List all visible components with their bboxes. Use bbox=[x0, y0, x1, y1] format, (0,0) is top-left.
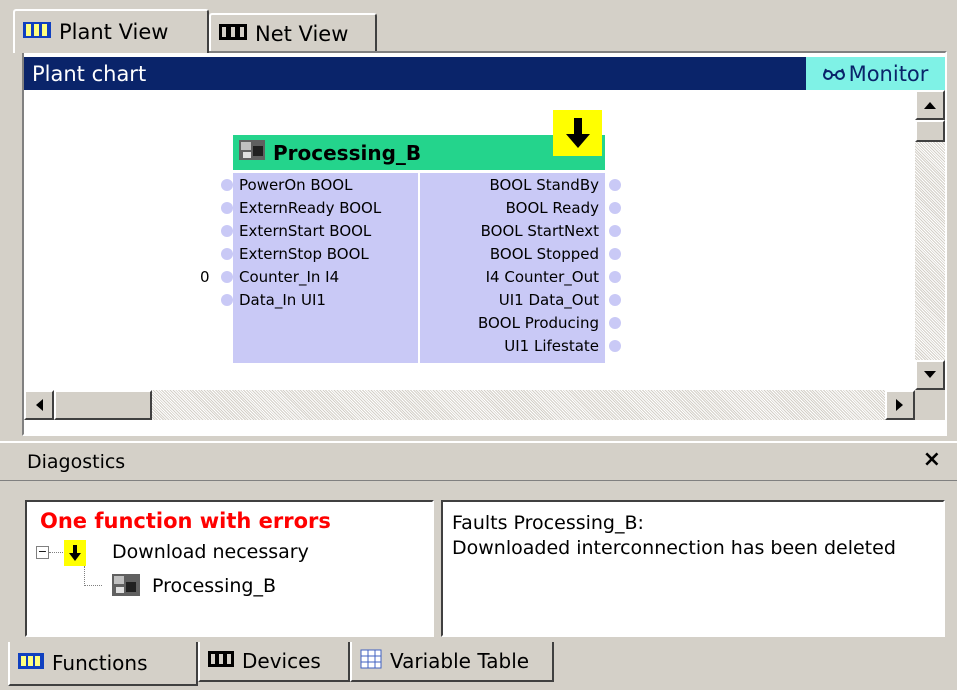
output-port[interactable]: BOOL Ready bbox=[506, 197, 599, 220]
plant-chart-title: Plant chart bbox=[32, 61, 147, 86]
function-block-outputs: BOOL StandBy BOOL Ready BOOL StartNext B… bbox=[420, 173, 605, 363]
output-port[interactable]: I4 Counter_Out bbox=[486, 266, 599, 289]
devices-icon bbox=[208, 649, 234, 673]
monitor-label: Monitor bbox=[848, 61, 929, 86]
tab-devices-label: Devices bbox=[242, 649, 321, 673]
tab-net-view-label: Net View bbox=[255, 22, 349, 46]
output-pin[interactable] bbox=[609, 317, 621, 329]
scroll-left-button[interactable] bbox=[24, 390, 54, 420]
arrow-up-icon bbox=[924, 102, 936, 109]
scroll-right-button[interactable] bbox=[885, 390, 915, 420]
input-port[interactable]: PowerOn BOOL bbox=[239, 174, 352, 197]
glasses-icon bbox=[822, 62, 845, 86]
output-pin[interactable] bbox=[609, 202, 621, 214]
output-port[interactable]: BOOL Stopped bbox=[490, 243, 599, 266]
input-pin[interactable] bbox=[221, 179, 233, 191]
scroll-up-button[interactable] bbox=[915, 90, 945, 120]
vertical-scroll-thumb[interactable] bbox=[915, 120, 945, 142]
download-arrow-icon bbox=[553, 110, 602, 156]
counter-value: 0 bbox=[200, 268, 210, 286]
tree-node-download[interactable]: Download necessary bbox=[112, 541, 309, 563]
tab-plant-view-label: Plant View bbox=[59, 20, 169, 44]
function-block-icon bbox=[237, 136, 269, 169]
arrow-right-icon bbox=[896, 399, 903, 411]
output-port[interactable]: BOOL StartNext bbox=[481, 220, 599, 243]
output-port[interactable]: BOOL StandBy bbox=[489, 174, 599, 197]
input-port[interactable]: Data_In UI1 bbox=[239, 289, 326, 312]
tab-devices[interactable]: Devices bbox=[198, 642, 350, 682]
function-block-inputs: PowerOn BOOL ExternReady BOOL ExternStar… bbox=[233, 173, 418, 363]
input-port[interactable]: Counter_In I4 bbox=[239, 266, 339, 289]
tab-functions-label: Functions bbox=[52, 651, 148, 675]
tree-node-processing-b[interactable]: Processing_B bbox=[152, 575, 276, 597]
diagnostics-title: Diagostics bbox=[27, 450, 126, 473]
vertical-scrollbar[interactable] bbox=[915, 90, 945, 390]
output-port[interactable]: UI1 Data_Out bbox=[499, 289, 599, 312]
function-block-header[interactable]: Processing_B bbox=[233, 135, 605, 170]
output-port[interactable]: BOOL Producing bbox=[478, 312, 599, 335]
table-icon bbox=[360, 649, 382, 674]
faults-text: Faults Processing_B: Downloaded intercon… bbox=[452, 511, 896, 561]
input-pin[interactable] bbox=[221, 225, 233, 237]
tree-connector bbox=[84, 585, 102, 586]
functions-icon bbox=[18, 651, 44, 675]
net-view-icon bbox=[219, 22, 247, 47]
scroll-down-button[interactable] bbox=[915, 360, 945, 390]
output-pin[interactable] bbox=[609, 179, 621, 191]
error-summary: One function with errors bbox=[40, 509, 331, 533]
tab-net-view[interactable]: Net View bbox=[209, 13, 377, 53]
function-block-icon bbox=[104, 572, 144, 602]
output-pin[interactable] bbox=[609, 271, 621, 283]
input-pin[interactable] bbox=[221, 248, 233, 260]
faults-message: Downloaded interconnection has been dele… bbox=[452, 537, 896, 559]
function-block-name: Processing_B bbox=[273, 140, 422, 165]
output-pin[interactable] bbox=[609, 225, 621, 237]
output-pin[interactable] bbox=[609, 248, 621, 260]
horizontal-scrollbar[interactable] bbox=[24, 390, 915, 420]
plant-view-icon bbox=[23, 20, 51, 45]
scrollbar-corner bbox=[915, 390, 945, 420]
faults-title: Faults Processing_B: bbox=[452, 512, 644, 534]
input-pin[interactable] bbox=[221, 294, 233, 306]
tree-connector bbox=[84, 566, 85, 586]
input-port[interactable]: ExternStop BOOL bbox=[239, 243, 369, 266]
monitor-button[interactable]: Monitor bbox=[806, 57, 945, 90]
horizontal-scroll-thumb[interactable] bbox=[54, 390, 152, 420]
output-pin[interactable] bbox=[609, 294, 621, 306]
input-port[interactable]: ExternReady BOOL bbox=[239, 197, 381, 220]
tab-functions[interactable]: Functions bbox=[8, 642, 198, 686]
input-port[interactable]: ExternStart BOOL bbox=[239, 220, 371, 243]
diagnostics-header: Diagostics bbox=[0, 441, 957, 481]
input-pin[interactable] bbox=[221, 271, 233, 283]
arrow-down-icon bbox=[924, 371, 936, 378]
tab-plant-view[interactable]: Plant View bbox=[13, 9, 209, 53]
download-necessary-icon bbox=[64, 540, 86, 566]
output-pin[interactable] bbox=[609, 340, 621, 352]
input-pin[interactable] bbox=[221, 202, 233, 214]
tree-connector bbox=[49, 552, 63, 553]
output-port[interactable]: UI1 Lifestate bbox=[504, 335, 599, 358]
arrow-left-icon bbox=[36, 399, 43, 411]
close-icon[interactable]: × bbox=[923, 447, 941, 472]
tab-variable-table-label: Variable Table bbox=[390, 649, 530, 673]
collapse-toggle[interactable]: − bbox=[36, 546, 49, 559]
tab-variable-table[interactable]: Variable Table bbox=[350, 642, 554, 682]
